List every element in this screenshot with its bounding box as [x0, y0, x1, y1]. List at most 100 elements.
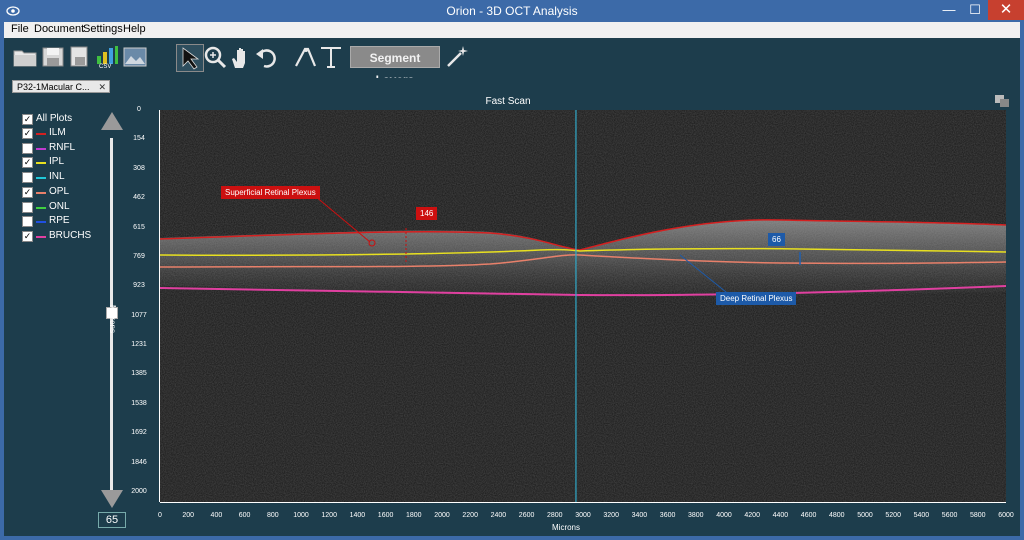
select-pointer-icon[interactable] — [176, 44, 204, 72]
x-tick-label: 5400 — [913, 512, 930, 519]
pan-hand-icon[interactable] — [228, 44, 254, 70]
layer-bruchs[interactable]: ✓ BRUCHS — [22, 230, 112, 244]
slider-down-arrow[interactable] — [101, 490, 123, 508]
close-button[interactable]: ✕ — [988, 0, 1024, 20]
layer-color-swatch — [36, 221, 46, 224]
blue-measure-value[interactable]: 66 — [768, 233, 785, 246]
y-tick-label: 923 — [133, 282, 145, 290]
x-axis-title: Microns — [552, 523, 581, 532]
csv-label: CSV — [99, 64, 112, 70]
x-tick-label: 2200 — [462, 512, 478, 519]
save-icon[interactable] — [40, 44, 66, 70]
x-tick-label: 4600 — [800, 512, 817, 519]
x-axis-line — [160, 502, 1006, 503]
x-tick-label: 5000 — [857, 512, 873, 519]
y-tick-label: 615 — [133, 223, 145, 231]
layer-label: INL — [49, 171, 65, 183]
checkbox-rnfl[interactable] — [22, 142, 33, 154]
oct-scan-image[interactable]: Superficial Retinal Plexus 146 66 Deep R… — [160, 110, 1006, 502]
y-tick-label: 769 — [133, 252, 145, 260]
red-measure-value[interactable]: 146 — [416, 207, 438, 220]
layer-rnfl[interactable]: RNFL — [22, 142, 112, 156]
csv-chart-icon — [97, 46, 118, 64]
measure-caliper-icon[interactable] — [292, 44, 318, 70]
layer-color-swatch — [36, 206, 46, 209]
layer-rpe[interactable]: RPE — [22, 215, 112, 229]
x-tick-label: 5800 — [970, 512, 986, 519]
y-tick-label: 1231 — [131, 341, 147, 349]
x-tick-label: 5200 — [885, 512, 901, 519]
export-csv-button[interactable]: CSV — [94, 44, 120, 74]
y-tick-label: 0 — [137, 106, 141, 113]
menu-settings[interactable]: Settings — [83, 23, 123, 35]
checkbox-opl[interactable]: ✓ — [22, 186, 33, 198]
y-tick-label: 1385 — [131, 370, 147, 378]
segment-layers-button[interactable]: Segment Layers — [350, 46, 440, 87]
minimize-button[interactable]: — — [936, 0, 962, 20]
x-tick-label: 2600 — [518, 512, 535, 519]
x-tick-label: 0 — [158, 512, 162, 519]
x-tick-label: 4800 — [829, 512, 845, 519]
layer-color-swatch — [36, 133, 46, 135]
undo-icon[interactable] — [254, 44, 280, 70]
text-tool-icon[interactable] — [318, 44, 344, 70]
layer-label: IPL — [49, 156, 65, 168]
plot-options-icon[interactable] — [995, 95, 1009, 107]
maximize-button[interactable]: ☐ — [962, 0, 988, 20]
slider-value[interactable]: 65 — [98, 512, 126, 528]
checkbox-all-plots[interactable]: ✓ — [22, 114, 33, 125]
checkbox-ipl[interactable]: ✓ — [22, 157, 33, 169]
menu-help[interactable]: Help — [123, 23, 146, 35]
y-tick-label: 1077 — [131, 311, 147, 319]
save-as-icon[interactable] — [66, 44, 92, 70]
layer-ipl[interactable]: ✓ IPL — [22, 156, 112, 170]
document-tab-label: P32-1Macular C... — [17, 82, 90, 92]
menu-bar: File Document Settings Help — [4, 22, 1020, 38]
x-tick-label: 3200 — [603, 512, 619, 519]
x-tick-label: 2800 — [547, 512, 563, 519]
y-tick-label: 1538 — [131, 399, 147, 407]
layer-inl[interactable]: INL — [22, 171, 112, 185]
x-tick-label: 1400 — [349, 512, 366, 519]
slider-up-arrow[interactable] — [101, 112, 123, 130]
menu-file[interactable]: File — [11, 23, 29, 35]
x-tick-label: 3000 — [575, 512, 591, 519]
x-tick-label: 2400 — [490, 512, 507, 519]
x-tick-label: 1800 — [406, 512, 422, 519]
document-tab[interactable]: P32-1Macular C... ✕ — [12, 80, 110, 93]
layer-label: ILM — [49, 127, 66, 138]
layer-all-plots[interactable]: ✓ All Plots — [22, 113, 112, 127]
y-tick-label: 462 — [133, 194, 145, 202]
title-bar: Orion - 3D OCT Analysis — ☐ ✕ — [0, 0, 1024, 22]
tab-close-icon[interactable]: ✕ — [98, 81, 106, 94]
layer-onl[interactable]: ONL — [22, 201, 112, 215]
layer-color-swatch — [36, 162, 46, 165]
superficial-plexus-label[interactable]: Superficial Retinal Plexus — [221, 186, 320, 199]
checkbox-bruchs[interactable]: ✓ — [22, 230, 33, 242]
checkbox-onl[interactable] — [22, 201, 33, 213]
layer-opl[interactable]: ✓ OPL — [22, 186, 112, 200]
layer-label: OPL — [49, 185, 70, 197]
deep-plexus-label[interactable]: Deep Retinal Plexus — [716, 292, 797, 305]
plot-title: Fast Scan — [485, 96, 531, 107]
checkbox-inl[interactable] — [22, 172, 33, 184]
x-tick-label: 4000 — [716, 512, 732, 519]
layer-label: All Plots — [36, 113, 73, 124]
open-folder-icon[interactable] — [12, 44, 38, 70]
export-image-icon[interactable] — [122, 44, 148, 70]
layer-ilm[interactable]: ✓ ILM — [22, 127, 112, 141]
x-tick-label: 400 — [210, 512, 223, 519]
x-tick-label: 1600 — [377, 512, 394, 519]
checkbox-ilm[interactable]: ✓ — [22, 128, 33, 139]
zoom-icon[interactable] — [202, 44, 228, 70]
y-axis-title: Microns — [108, 305, 117, 334]
checkbox-rpe[interactable] — [22, 216, 33, 228]
x-tick-label: 2000 — [434, 512, 450, 519]
y-tick-label: 308 — [133, 164, 145, 172]
menu-document[interactable]: Document — [34, 23, 84, 35]
x-tick-label: 200 — [182, 512, 195, 519]
oct-scan-svg — [160, 110, 1006, 502]
layer-color-swatch — [36, 177, 46, 180]
x-tick-label: 4400 — [772, 512, 789, 519]
magic-wand-icon[interactable] — [444, 44, 470, 70]
